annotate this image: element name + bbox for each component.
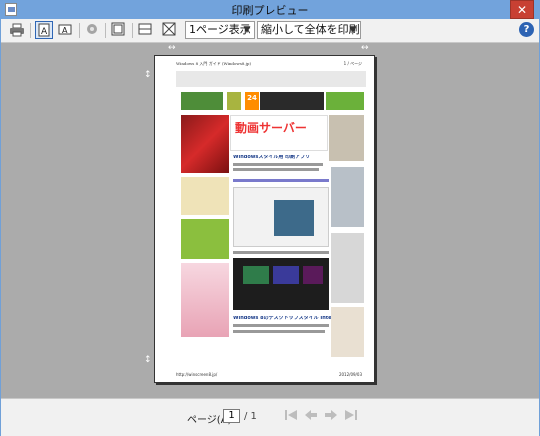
page-header-number: 1 / ページ [343,61,362,66]
preview-area: ↔ ↔ ↕ ↕ Windows 8 入門 ガイド (Windows8.jp) 1… [1,43,539,398]
first-page-icon[interactable] [283,407,299,423]
previous-page-icon[interactable] [303,407,319,423]
page-setup-button[interactable] [84,21,102,39]
text-line [233,163,323,166]
page-footer-url: http://winscreen8.jp/ [176,372,218,377]
top-margin-handle[interactable]: ↕ [144,71,152,80]
scale-select[interactable]: 縮小して全体を印刷する ▼ [257,21,361,39]
article-headline-1: Windowsスタイル用 印刷アプリ [233,155,311,160]
ad-banner-small [227,92,241,110]
toolbar-separator [132,23,133,38]
article-screenshot-dark [233,258,329,310]
toolbar-separator [79,23,80,38]
side-ad-2 [181,177,229,215]
right-margin-handle[interactable]: ↔ [361,44,369,53]
side-ad-6 [331,307,364,357]
page-content-screenshot: 24 動画サーバー Windowsスタイル用 印刷アプリ Windows 8のデ… [176,71,366,369]
ad-banner-dark [260,92,324,110]
left-margin-handle[interactable]: ↔ [168,44,176,53]
chevron-down-icon: ▼ [243,25,251,35]
next-page-icon[interactable] [323,407,339,423]
text-line [233,330,325,333]
tile-purple [303,266,323,284]
print-button[interactable] [8,21,26,39]
svg-text:A: A [41,27,48,37]
printer-icon [10,23,24,37]
desktop-image [274,200,314,236]
portrait-button[interactable]: A [35,21,53,39]
tile-green [243,266,269,284]
preview-page: Windows 8 入門 ガイド (Windows8.jp) 1 / ページ 2… [154,55,375,383]
toolbar-separator [105,23,106,38]
text-line [233,324,329,327]
text-line [233,168,319,171]
toolbar-separator [30,23,31,38]
page-footer-date: 2012/09/03 [338,372,362,377]
video-server-ad: 動画サーバー [230,115,328,151]
ad-banner-right [326,92,364,110]
last-page-icon[interactable] [343,407,359,423]
gear-icon [87,24,97,34]
page-total: / 1 [244,411,257,422]
svg-text:A: A [62,26,68,35]
tile-blue [273,266,299,284]
close-button[interactable]: ✕ [510,0,534,19]
article-screenshot-1 [233,187,329,247]
link-line [233,179,329,182]
full-width-icon [138,23,152,35]
side-ad-4 [181,219,229,259]
win-promo-image [181,115,229,173]
text-line [233,251,329,254]
video-server-title: 動画サーバー [235,122,307,134]
header-footer-icon [111,22,125,36]
bottom-margin-handle[interactable]: ↕ [144,356,152,365]
landscape-page-icon: A [58,24,72,35]
page-view-select[interactable]: 1ページ表示 ▼ [185,21,255,39]
site-nav-strip [176,71,366,87]
page-number-input[interactable]: 1 [223,409,240,423]
status-bar: ページ(A) 1 / 1 [1,398,539,436]
portrait-page-icon: A [38,23,50,37]
article-headline-2: Windows 8のデスクトップスタイル Internet Explorer [233,316,333,321]
title-bar: 印刷プレビュー ✕ [0,0,540,19]
ad-banner-24: 24 [245,92,259,110]
print-preview-window: 印刷プレビュー ✕ A A 1ページ表示 ▼ 縮小して全体を印刷 ▼ ? ↔ ↔… [0,0,540,436]
side-ad-3 [331,167,364,227]
landscape-button[interactable]: A [57,21,75,39]
full-width-button[interactable] [137,21,155,39]
ad-banner-left [181,92,223,110]
page-header-title: Windows 8 入門 ガイド (Windows8.jp) [176,61,252,66]
window-title: 印刷プレビュー [231,4,309,17]
toolbar: A A 1ページ表示 ▼ 縮小して全体を印刷 ▼ ? [1,19,539,43]
full-page-icon [162,22,176,36]
side-ad-fashion [181,263,229,337]
full-page-button[interactable] [161,21,179,39]
help-button[interactable]: ? [519,22,534,37]
chevron-down-icon: ▼ [349,25,357,35]
side-ad-1 [329,115,364,161]
headers-footers-button[interactable] [110,21,128,39]
side-ad-5 [331,233,364,303]
